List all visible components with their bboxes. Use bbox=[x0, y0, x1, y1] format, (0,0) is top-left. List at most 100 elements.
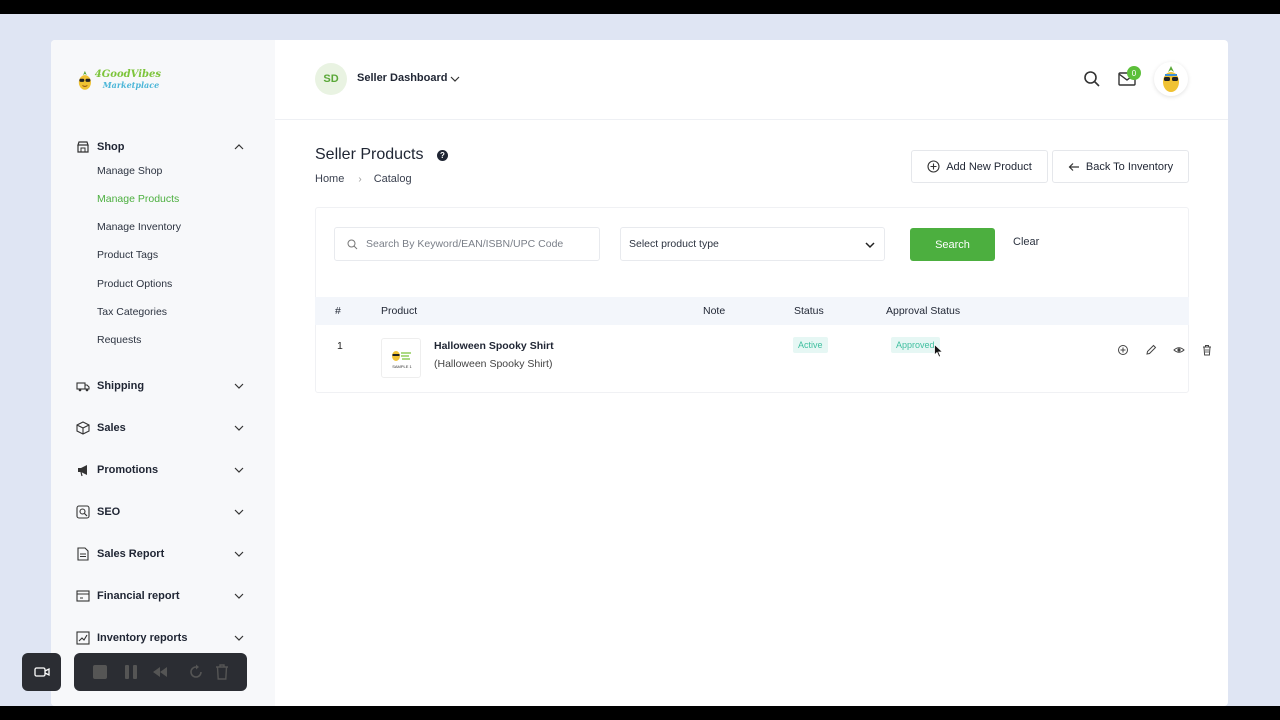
sidebar-group-label: Sales Report bbox=[97, 548, 165, 560]
table-header: # Product Note Status Approval Status bbox=[315, 297, 1189, 325]
sidebar-item-requests[interactable]: Requests bbox=[97, 332, 141, 348]
megaphone-icon bbox=[78, 465, 87, 477]
app-window: 4GoodVibes Marketplace Shop Manage Shop … bbox=[51, 40, 1228, 706]
row-number: 1 bbox=[337, 340, 343, 352]
breadcrumb-home[interactable]: Home bbox=[315, 173, 344, 185]
sidebar-item-product-tags[interactable]: Product Tags bbox=[97, 247, 158, 263]
recorder-camera-button[interactable] bbox=[22, 653, 61, 691]
video-letterbox-bottom bbox=[0, 706, 1280, 720]
sidebar-item-manage-shop[interactable]: Manage Shop bbox=[97, 163, 162, 179]
sidebar-item-manage-inventory[interactable]: Manage Inventory bbox=[97, 219, 181, 235]
sidebar-group-financial-report[interactable]: Financial report bbox=[51, 583, 275, 609]
user-avatar[interactable] bbox=[1154, 62, 1188, 96]
rewind-icon[interactable] bbox=[152, 664, 168, 680]
table-row[interactable]: 1 SAMPLE 1 Halloween Spooky Shirt (Hallo… bbox=[315, 325, 1211, 391]
restart-icon[interactable] bbox=[188, 664, 204, 680]
chevron-down-icon[interactable] bbox=[233, 506, 245, 518]
dashboard-switcher-label[interactable]: Seller Dashboard bbox=[357, 72, 447, 84]
add-new-product-label: Add New Product bbox=[946, 160, 1032, 173]
arrow-left-icon bbox=[1068, 162, 1079, 171]
video-letterbox-top bbox=[0, 0, 1280, 14]
sidebar-group-label: SEO bbox=[97, 506, 121, 518]
sidebar-group-seo[interactable]: SEO bbox=[51, 499, 275, 525]
breadcrumb-catalog: Catalog bbox=[373, 173, 412, 185]
chevron-down-icon[interactable] bbox=[233, 548, 245, 560]
sidebar-group-label: Financial report bbox=[97, 590, 180, 602]
product-name[interactable]: Halloween Spooky Shirt bbox=[434, 340, 554, 352]
chevron-down-icon[interactable] bbox=[233, 464, 245, 476]
top-header: SD Seller Dashboard 0 bbox=[275, 40, 1228, 120]
shop-icon bbox=[77, 141, 89, 153]
add-variant-icon[interactable] bbox=[1117, 344, 1129, 356]
sidebar-group-shop[interactable]: Shop bbox=[51, 134, 275, 160]
product-type-select-value: Select product type bbox=[629, 238, 719, 250]
chevron-down-icon[interactable] bbox=[233, 590, 245, 602]
sidebar-item-product-options[interactable]: Product Options bbox=[97, 276, 172, 292]
search-icon bbox=[347, 239, 358, 249]
pause-icon[interactable] bbox=[123, 664, 139, 680]
page-title: Seller Products bbox=[315, 146, 424, 163]
column-header-approval-status[interactable]: Approval Status bbox=[886, 305, 960, 317]
chevron-down-icon[interactable] bbox=[233, 380, 245, 392]
stop-icon[interactable] bbox=[92, 664, 108, 680]
sidebar-group-label: Sales bbox=[97, 422, 126, 434]
chevron-down-icon[interactable] bbox=[449, 73, 461, 85]
pineapple-mascot-icon bbox=[78, 70, 91, 90]
sidebar-item-tax-categories[interactable]: Tax Categories bbox=[97, 304, 167, 320]
back-to-inventory-button[interactable]: Back To Inventory bbox=[1052, 150, 1189, 183]
sidebar-group-promotions[interactable]: Promotions bbox=[51, 457, 275, 483]
sidebar-group-label: Promotions bbox=[97, 464, 159, 476]
sidebar: 4GoodVibes Marketplace Shop Manage Shop … bbox=[51, 40, 275, 706]
truck-icon bbox=[76, 382, 90, 392]
brand-wordmark: 4GoodVibes Marketplace bbox=[94, 69, 161, 91]
status-badge: Active bbox=[793, 337, 828, 353]
search-button[interactable]: Search bbox=[910, 228, 995, 261]
sidebar-group-sales[interactable]: Sales bbox=[51, 415, 275, 441]
plus-circle-icon bbox=[927, 160, 940, 173]
delete-icon[interactable] bbox=[1201, 344, 1213, 356]
product-subtitle: (Halloween Spooky Shirt) bbox=[434, 358, 553, 370]
sidebar-group-label: Inventory reports bbox=[97, 632, 188, 644]
column-header-product[interactable]: Product bbox=[381, 305, 417, 317]
box-icon bbox=[76, 421, 90, 435]
product-image-icon: SAMPLE 1 bbox=[392, 351, 413, 369]
camera-icon bbox=[33, 667, 50, 677]
search-icon[interactable] bbox=[1083, 70, 1101, 88]
back-to-inventory-label: Back To Inventory bbox=[1085, 160, 1174, 173]
search-field[interactable] bbox=[334, 227, 600, 261]
column-header-status[interactable]: Status bbox=[794, 305, 824, 317]
add-new-product-button[interactable]: Add New Product bbox=[911, 150, 1048, 183]
column-header-note: Note bbox=[703, 305, 726, 317]
sidebar-group-label: Shop bbox=[97, 141, 125, 153]
avatar-mascot-icon bbox=[1163, 66, 1179, 92]
search-input[interactable] bbox=[366, 238, 586, 250]
product-thumbnail[interactable]: SAMPLE 1 bbox=[381, 338, 421, 378]
column-header-num: # bbox=[335, 305, 341, 317]
help-icon[interactable]: ? bbox=[437, 150, 448, 161]
trash-icon[interactable] bbox=[214, 664, 230, 680]
dashboard-avatar-badge[interactable]: SD bbox=[315, 63, 347, 95]
report-icon bbox=[77, 547, 89, 561]
edit-icon[interactable] bbox=[1145, 344, 1157, 356]
sidebar-item-manage-products[interactable]: Manage Products bbox=[97, 191, 179, 207]
chevron-up-icon[interactable] bbox=[233, 141, 245, 153]
breadcrumb: Home › Catalog bbox=[315, 173, 412, 185]
sidebar-group-label: Shipping bbox=[97, 380, 145, 392]
sidebar-group-sales-report[interactable]: Sales Report bbox=[51, 541, 275, 567]
view-icon[interactable] bbox=[1173, 344, 1185, 356]
clear-button[interactable]: Clear bbox=[1013, 236, 1039, 248]
finance-icon bbox=[76, 590, 90, 602]
mouse-cursor-icon bbox=[934, 344, 944, 358]
seo-icon bbox=[76, 505, 90, 519]
brand-logo[interactable]: 4GoodVibes Marketplace bbox=[77, 62, 161, 98]
chevron-right-icon: › bbox=[358, 173, 362, 185]
thumb-caption: SAMPLE 1 bbox=[392, 364, 412, 369]
chevron-down-icon bbox=[865, 242, 875, 249]
chart-icon bbox=[76, 631, 90, 645]
sidebar-group-shipping[interactable]: Shipping bbox=[51, 373, 275, 399]
chevron-down-icon[interactable] bbox=[233, 422, 245, 434]
sidebar-group-inventory-reports[interactable]: Inventory reports bbox=[51, 625, 275, 651]
chevron-down-icon[interactable] bbox=[233, 632, 245, 644]
recorder-toolbar bbox=[74, 653, 247, 691]
product-type-select[interactable]: Select product type bbox=[620, 227, 885, 261]
